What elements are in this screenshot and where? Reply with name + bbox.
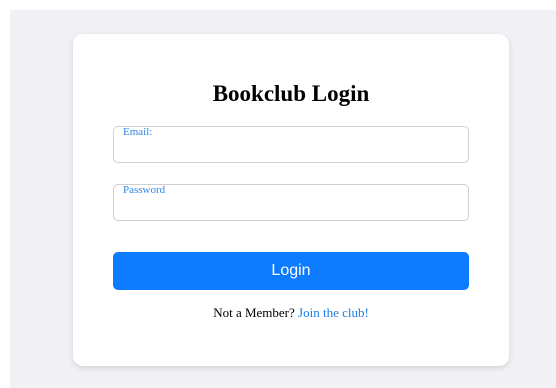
password-field[interactable]: Password: [113, 184, 469, 221]
signup-prompt-text: Not a Member?: [213, 305, 295, 320]
join-club-link[interactable]: Join the club!: [298, 305, 369, 320]
email-field[interactable]: Email:: [113, 126, 469, 163]
signup-prompt: Not a Member? Join the club!: [73, 305, 509, 321]
login-card: Bookclub Login Email: Password Login Not…: [73, 34, 509, 366]
login-button[interactable]: Login: [113, 252, 469, 290]
email-input[interactable]: [122, 141, 460, 159]
page-title: Bookclub Login: [212, 81, 370, 106]
password-label: Password: [123, 184, 166, 196]
email-label: Email:: [123, 126, 153, 138]
password-input[interactable]: [122, 199, 460, 217]
